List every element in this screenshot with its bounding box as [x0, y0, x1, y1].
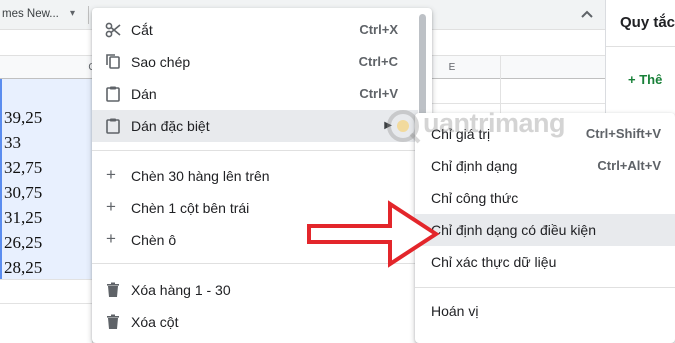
submenu-item-shortcut: Ctrl+Shift+V [585, 126, 661, 141]
quantrimang-logo-icon [387, 110, 421, 144]
add-rule-button[interactable]: + Thê [628, 72, 662, 87]
plus-icon: + [106, 197, 116, 216]
menu-item-cut[interactable]: Cắt Ctrl+X [92, 14, 418, 46]
menu-item-label: Chèn 30 hàng lên trên [131, 168, 270, 184]
submenu-item-data-validation-only[interactable]: Chỉ xác thực dữ liệu [415, 246, 675, 278]
submenu-item-shortcut: Ctrl+Alt+V [597, 158, 661, 173]
submenu-item-label: Chỉ công thức [431, 190, 519, 206]
submenu-divider [415, 287, 675, 288]
menu-item-label: Chèn 1 cột bên trái [131, 200, 250, 216]
cell-value[interactable]: 26,25 [4, 231, 92, 255]
submenu-item-label: Chỉ xác thực dữ liệu [431, 254, 557, 270]
plus-icon: + [106, 229, 116, 248]
cell-value[interactable]: 39,25 [4, 106, 92, 130]
menu-item-label: Sao chép [131, 54, 191, 70]
menu-item-paste[interactable]: Dán Ctrl+V [92, 78, 418, 110]
submenu-item-label: Chỉ định dạng [431, 158, 518, 174]
menu-item-label: Xóa cột [131, 314, 179, 330]
context-menu: Cắt Ctrl+X Sao chép Ctrl+C Dán Ctrl+V Dá… [92, 8, 432, 343]
cell-value[interactable]: 32,75 [4, 156, 92, 180]
watermark-text: uantrimang [423, 108, 566, 138]
submenu-item-conditional-format-only[interactable]: Chỉ định dạng có điều kiện [415, 214, 675, 246]
cell-value[interactable]: 33 [4, 131, 92, 155]
chevron-down-icon[interactable]: ▾ [70, 2, 75, 26]
panel-title: Quy tắc [620, 14, 675, 31]
chevron-up-icon[interactable] [577, 4, 597, 24]
red-arrow-annotation [307, 200, 440, 268]
menu-item-shortcut: Ctrl+C [358, 54, 398, 69]
toolbar-divider [88, 6, 89, 24]
clipboard-icon [106, 86, 120, 102]
trash-icon [107, 314, 119, 329]
menu-item-insert-rows[interactable]: + Chèn 30 hàng lên trên [92, 160, 418, 192]
clipboard-icon [106, 118, 120, 134]
menu-item-copy[interactable]: Sao chép Ctrl+C [92, 46, 418, 78]
cell-value[interactable]: 28,25 [4, 256, 92, 280]
menu-item-label: Dán [131, 86, 157, 102]
submenu-item-transpose[interactable]: Hoán vị [415, 295, 675, 327]
menu-item-delete-column[interactable]: Xóa cột [92, 306, 418, 338]
menu-item-label: Cắt [131, 22, 153, 38]
trash-icon [107, 282, 119, 297]
menu-item-delete-rows[interactable]: Xóa hàng 1 - 30 [92, 274, 418, 306]
cell-value[interactable]: 30,75 [4, 181, 92, 205]
panel-divider [606, 46, 675, 47]
menu-item-shortcut: Ctrl+X [359, 22, 398, 37]
menu-item-paste-special[interactable]: Dán đặc biệt ▶ [92, 110, 418, 142]
scissors-icon [105, 22, 121, 38]
plus-icon: + [106, 165, 116, 184]
submenu-item-label: Hoán vị [431, 303, 479, 319]
submenu-item-format-only[interactable]: Chỉ định dạng Ctrl+Alt+V [415, 150, 675, 182]
copy-icon [106, 54, 120, 69]
menu-item-label: Chèn ô [131, 232, 177, 248]
menu-item-label: Xóa hàng 1 - 30 [131, 282, 231, 298]
selection-edge [0, 79, 2, 279]
paste-special-submenu: Chỉ giá trị Ctrl+Shift+V Chỉ định dạng C… [415, 113, 675, 343]
column-header-e[interactable]: E [440, 56, 464, 80]
submenu-item-formula-only[interactable]: Chỉ công thức [415, 182, 675, 214]
menu-item-label: Dán đặc biệt [131, 118, 210, 134]
cell-value[interactable]: 31,25 [4, 206, 92, 230]
submenu-item-label: Chỉ định dạng có điều kiện [431, 222, 597, 238]
menu-divider [92, 150, 418, 151]
